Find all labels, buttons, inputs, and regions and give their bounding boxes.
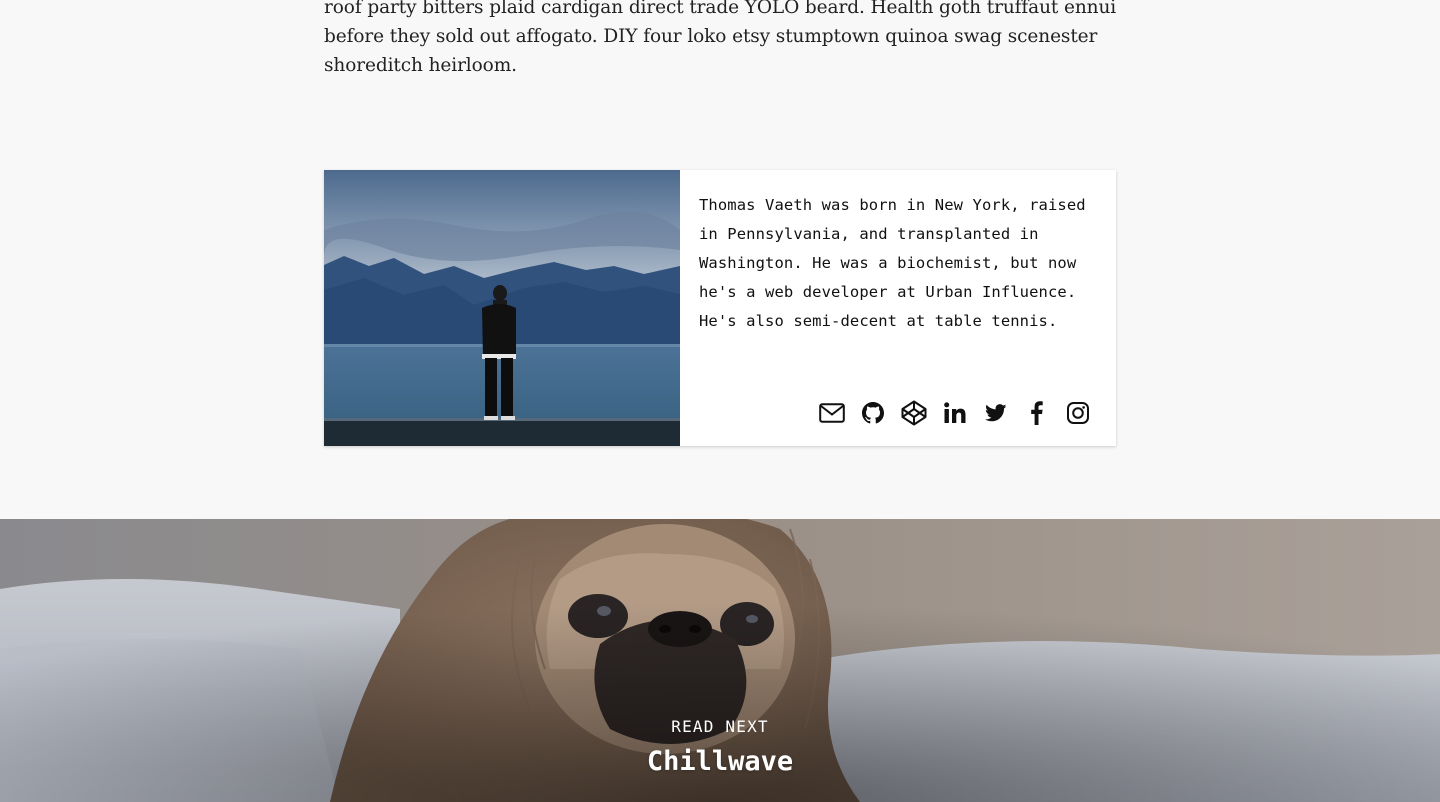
facebook-icon bbox=[1031, 401, 1043, 425]
author-bio: Thomas Vaeth was born in New York, raise… bbox=[699, 196, 1086, 330]
author-photo bbox=[324, 170, 680, 446]
codepen-link[interactable] bbox=[893, 400, 934, 426]
linkedin-link[interactable] bbox=[934, 400, 975, 426]
read-next-kicker: READ NEXT bbox=[671, 717, 769, 736]
author-card: Thomas Vaeth was born in New York, raise… bbox=[324, 170, 1116, 446]
envelope-icon bbox=[818, 403, 845, 423]
email-link[interactable] bbox=[811, 400, 852, 426]
github-icon bbox=[861, 402, 884, 424]
linkedin-icon bbox=[943, 402, 965, 423]
read-next-banner[interactable]: READ NEXT Chillwave bbox=[0, 519, 1440, 802]
article-text-tail: roof party bitters plaid cardigan direct… bbox=[324, 0, 1117, 76]
codepen-icon bbox=[901, 400, 926, 426]
twitter-link[interactable] bbox=[975, 400, 1016, 426]
author-info: Thomas Vaeth was born in New York, raise… bbox=[680, 170, 1116, 446]
instagram-icon bbox=[1066, 402, 1089, 424]
instagram-link[interactable] bbox=[1057, 400, 1098, 426]
facebook-link[interactable] bbox=[1016, 400, 1057, 426]
read-next-title[interactable]: Chillwave bbox=[0, 746, 1440, 777]
social-links bbox=[811, 400, 1098, 426]
github-link[interactable] bbox=[852, 400, 893, 426]
twitter-icon bbox=[984, 404, 1006, 422]
